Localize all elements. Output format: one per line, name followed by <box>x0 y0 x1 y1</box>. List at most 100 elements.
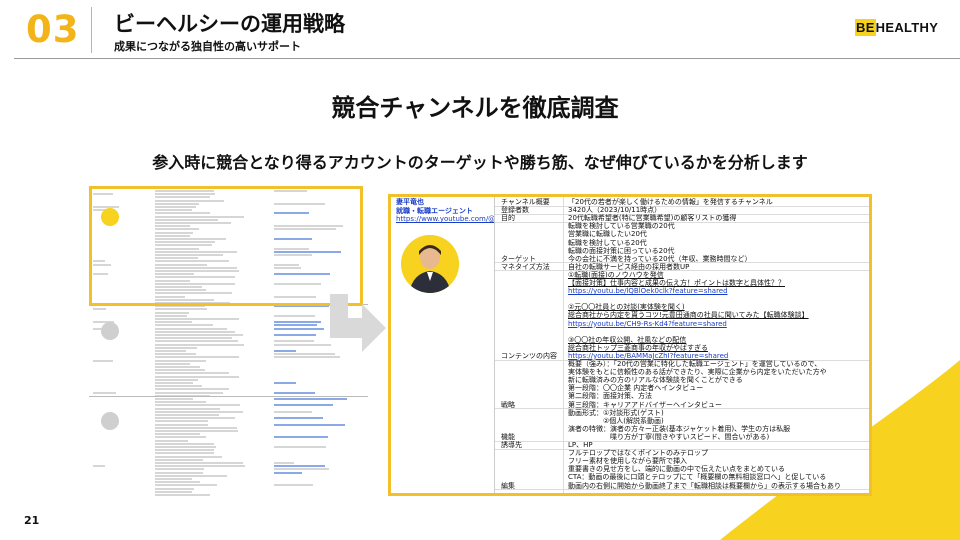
thumb-avatar <box>101 322 119 340</box>
thumb-text-line <box>155 308 207 311</box>
row-value: 営業職に転職したい20代 <box>568 230 647 239</box>
thumb-text-line <box>155 375 239 378</box>
row-value: フリー素材を使用しながら要所で挿入 <box>568 457 687 466</box>
thumb-text-line <box>274 334 316 336</box>
thumb-text-line <box>155 378 199 381</box>
thumb-text-line <box>155 474 228 477</box>
thumb-text-line <box>155 372 230 375</box>
thumb-text-line <box>155 350 187 352</box>
thumb-text-line <box>155 490 192 493</box>
header-divider <box>91 7 92 53</box>
thumb-text-line <box>155 343 245 346</box>
thumb-text-line <box>274 423 345 426</box>
page-title: ビーヘルシーの運用戦略 <box>114 12 345 36</box>
thumb-text-line <box>155 353 197 356</box>
row-value: 総合商社トップ三菱商事の年収がやばすぎる <box>568 343 708 352</box>
row-divider <box>495 440 869 442</box>
row-value: 第二段階：面接対策、方法 <box>568 392 652 401</box>
page-subtitle: 成果につながる独自性の高いサポート <box>114 40 301 53</box>
thumb-text-line <box>93 308 107 311</box>
thumb-text-line <box>155 327 228 330</box>
thumb-text-line <box>274 410 313 413</box>
thumb-text-line <box>155 311 190 314</box>
thumb-text-line <box>155 426 237 429</box>
thumb-text-line <box>155 468 204 471</box>
logo-prefix: BE <box>855 19 876 36</box>
thumb-text-line <box>155 321 193 324</box>
behealthy-logo: BEHEALTHY <box>855 19 939 36</box>
thumb-text-line <box>155 334 244 336</box>
thumb-text-line <box>155 330 235 333</box>
thumb-text-line <box>155 458 204 461</box>
channel-column: 妻平竜也 就職・転職エージェント https://www.youtube.com/… <box>391 197 495 493</box>
row-divider <box>495 489 869 491</box>
overview-highlight-frame <box>89 186 363 306</box>
header-rule <box>14 58 960 59</box>
thumb-text-line <box>155 410 243 413</box>
thumb-text-line <box>155 478 193 480</box>
row-value: 概要（強み）：「20代の営業に特化した転職エージェント」を運営しているので、 <box>568 360 822 368</box>
thumb-text-line <box>155 487 194 490</box>
thumb-text-line <box>155 407 221 410</box>
channel-url-link[interactable]: https://www.youtube.com/@user-g <box>396 215 494 224</box>
thumb-divider <box>89 396 368 397</box>
thumb-text-line <box>93 465 106 468</box>
video-link[interactable]: https://youtu.be/lQBlOek0clk?feature=sha… <box>568 287 728 295</box>
row-value: ③〇〇社の年収公開、社風などの配信 <box>568 335 687 344</box>
logo-suffix: HEALTHY <box>875 20 939 35</box>
thumb-text-line <box>274 462 295 464</box>
thumb-text-line <box>155 420 209 423</box>
thumb-avatar <box>101 412 119 430</box>
thumb-text-line <box>155 446 217 448</box>
thumb-text-line <box>155 449 215 452</box>
thumb-text-line <box>155 366 201 368</box>
channel-avatar <box>401 235 459 293</box>
thumb-text-line <box>155 359 206 362</box>
thumb-text-line <box>155 481 201 484</box>
thumb-text-line <box>274 468 329 471</box>
thumb-text-line <box>274 343 332 346</box>
thumb-text-line <box>155 414 220 416</box>
thumb-text-line <box>274 314 315 317</box>
thumb-text-line <box>155 385 202 388</box>
thumb-text-line <box>155 404 241 407</box>
thumb-text-line <box>155 324 213 327</box>
thumb-text-line <box>155 398 194 400</box>
row-divider <box>495 270 869 272</box>
thumb-text-line <box>155 388 229 391</box>
thumb-text-line <box>155 417 235 420</box>
section-lead: 参入時に競合となり得るアカウントのターゲットや勝ち筋、なぜ伸びているかを分析しま… <box>152 153 808 172</box>
thumb-text-line <box>274 391 316 394</box>
thumb-text-line <box>155 401 207 404</box>
thumb-text-line <box>155 423 208 426</box>
thumb-text-line <box>155 337 232 340</box>
thumb-text-line <box>274 446 327 448</box>
thumb-text-line <box>274 398 348 400</box>
thumb-text-line <box>155 455 223 458</box>
thumb-text-line <box>155 462 243 464</box>
row-divider <box>495 205 869 207</box>
thumb-text-line <box>274 321 322 324</box>
thumb-text-line <box>274 436 328 439</box>
thumb-text-line <box>155 436 206 439</box>
channel-name: 妻平竜也 就職・転職エージェント <box>396 198 473 215</box>
row-value: 転職を検討している20代 <box>568 238 647 247</box>
thumb-text-line <box>274 324 317 327</box>
thumb-text-line <box>155 465 245 468</box>
thumb-text-line <box>155 362 191 365</box>
page-number: 21 <box>24 514 40 527</box>
row-divider <box>495 221 869 223</box>
row-value: 演者の特徴：演者の方々ー正装(基本ジャケット着用)、学生の方は私服 <box>568 424 791 433</box>
row-value: 新に転職済みの方のリアルな体験談を聞くことができる <box>568 376 743 385</box>
row-value: 転職の面接対策に困っている20代 <box>568 246 675 255</box>
thumb-text-line <box>155 340 238 343</box>
thumb-text-line <box>155 430 239 432</box>
row-value: ②個人(解説系動画) <box>568 416 664 425</box>
thumb-text-line <box>274 350 296 352</box>
thumb-text-line <box>155 314 187 317</box>
competitor-analysis-zoom: 妻平竜也 就職・転職エージェント https://www.youtube.com/… <box>388 194 872 496</box>
row-value: 総合商社から内定を貰うコツ!元豊田通商の社員に聞いてみた【転職体験談】 <box>568 311 809 320</box>
video-link[interactable]: https://youtu.be/CH9-Rs-Kd4?feature=shar… <box>568 320 727 328</box>
thumb-text-line <box>155 471 203 474</box>
row-value: CTA：動画の最後に口頭とテロップにて「概要欄の無料相談窓口へ」と促している <box>568 473 827 482</box>
